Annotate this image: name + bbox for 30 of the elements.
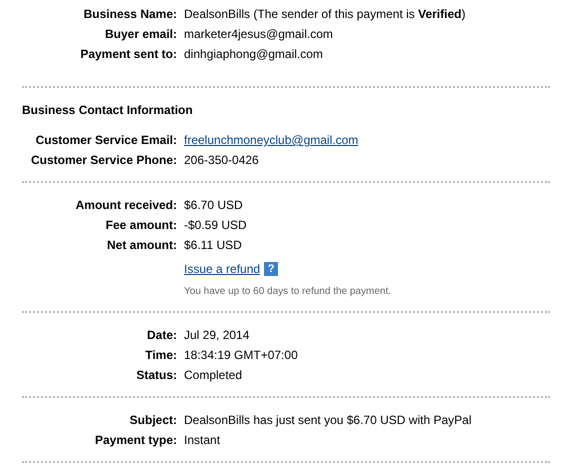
field-label: Payment sent to:: [80, 47, 177, 61]
field-value: Instant: [184, 433, 222, 447]
refund-link[interactable]: Issue a refund: [184, 262, 260, 276]
field-label: Buyer email:: [104, 27, 177, 41]
field-label: Fee amount:: [106, 218, 177, 232]
help-button[interactable]: ?: [264, 262, 278, 276]
field-value: dinhgiaphong@gmail.com: [184, 47, 324, 61]
email-link[interactable]: freelunchmoneyclub@gmail.com: [184, 133, 358, 147]
field-value: $6.70 USD: [184, 198, 244, 212]
field-label: Subject:: [130, 413, 177, 427]
field-value: 18:34:19 GMT+07:00: [184, 348, 299, 362]
field-value: -$0.59 USD: [184, 218, 248, 232]
field-value: 206-350-0426: [184, 153, 260, 167]
section-heading: Business Contact Information: [22, 102, 194, 119]
field-value: Jul 29, 2014: [184, 328, 250, 342]
field-label: Customer Service Phone:: [30, 153, 177, 167]
field-value: DealsonBills (The sender of this payment is Verified): [184, 7, 466, 21]
field-label: Net amount:: [107, 238, 177, 252]
field-label: Date:: [146, 328, 177, 342]
field-label: Status:: [136, 368, 177, 382]
field-value: DealsonBills has just sent you $6.70 USD with PayPal: [184, 413, 472, 427]
field-value: Completed: [184, 368, 244, 382]
field-label: Customer Service Email:: [36, 133, 177, 147]
field-value: marketer4jesus@gmail.com: [184, 27, 334, 41]
field-label: Time:: [145, 348, 177, 362]
field-value: $6.11 USD: [184, 238, 243, 252]
field-label: Amount received:: [76, 198, 177, 212]
field-label: Business Name:: [84, 7, 177, 21]
refund-note: You have up to 60 days to refund the payment.: [184, 285, 392, 299]
field-label: Payment type:: [94, 433, 177, 447]
